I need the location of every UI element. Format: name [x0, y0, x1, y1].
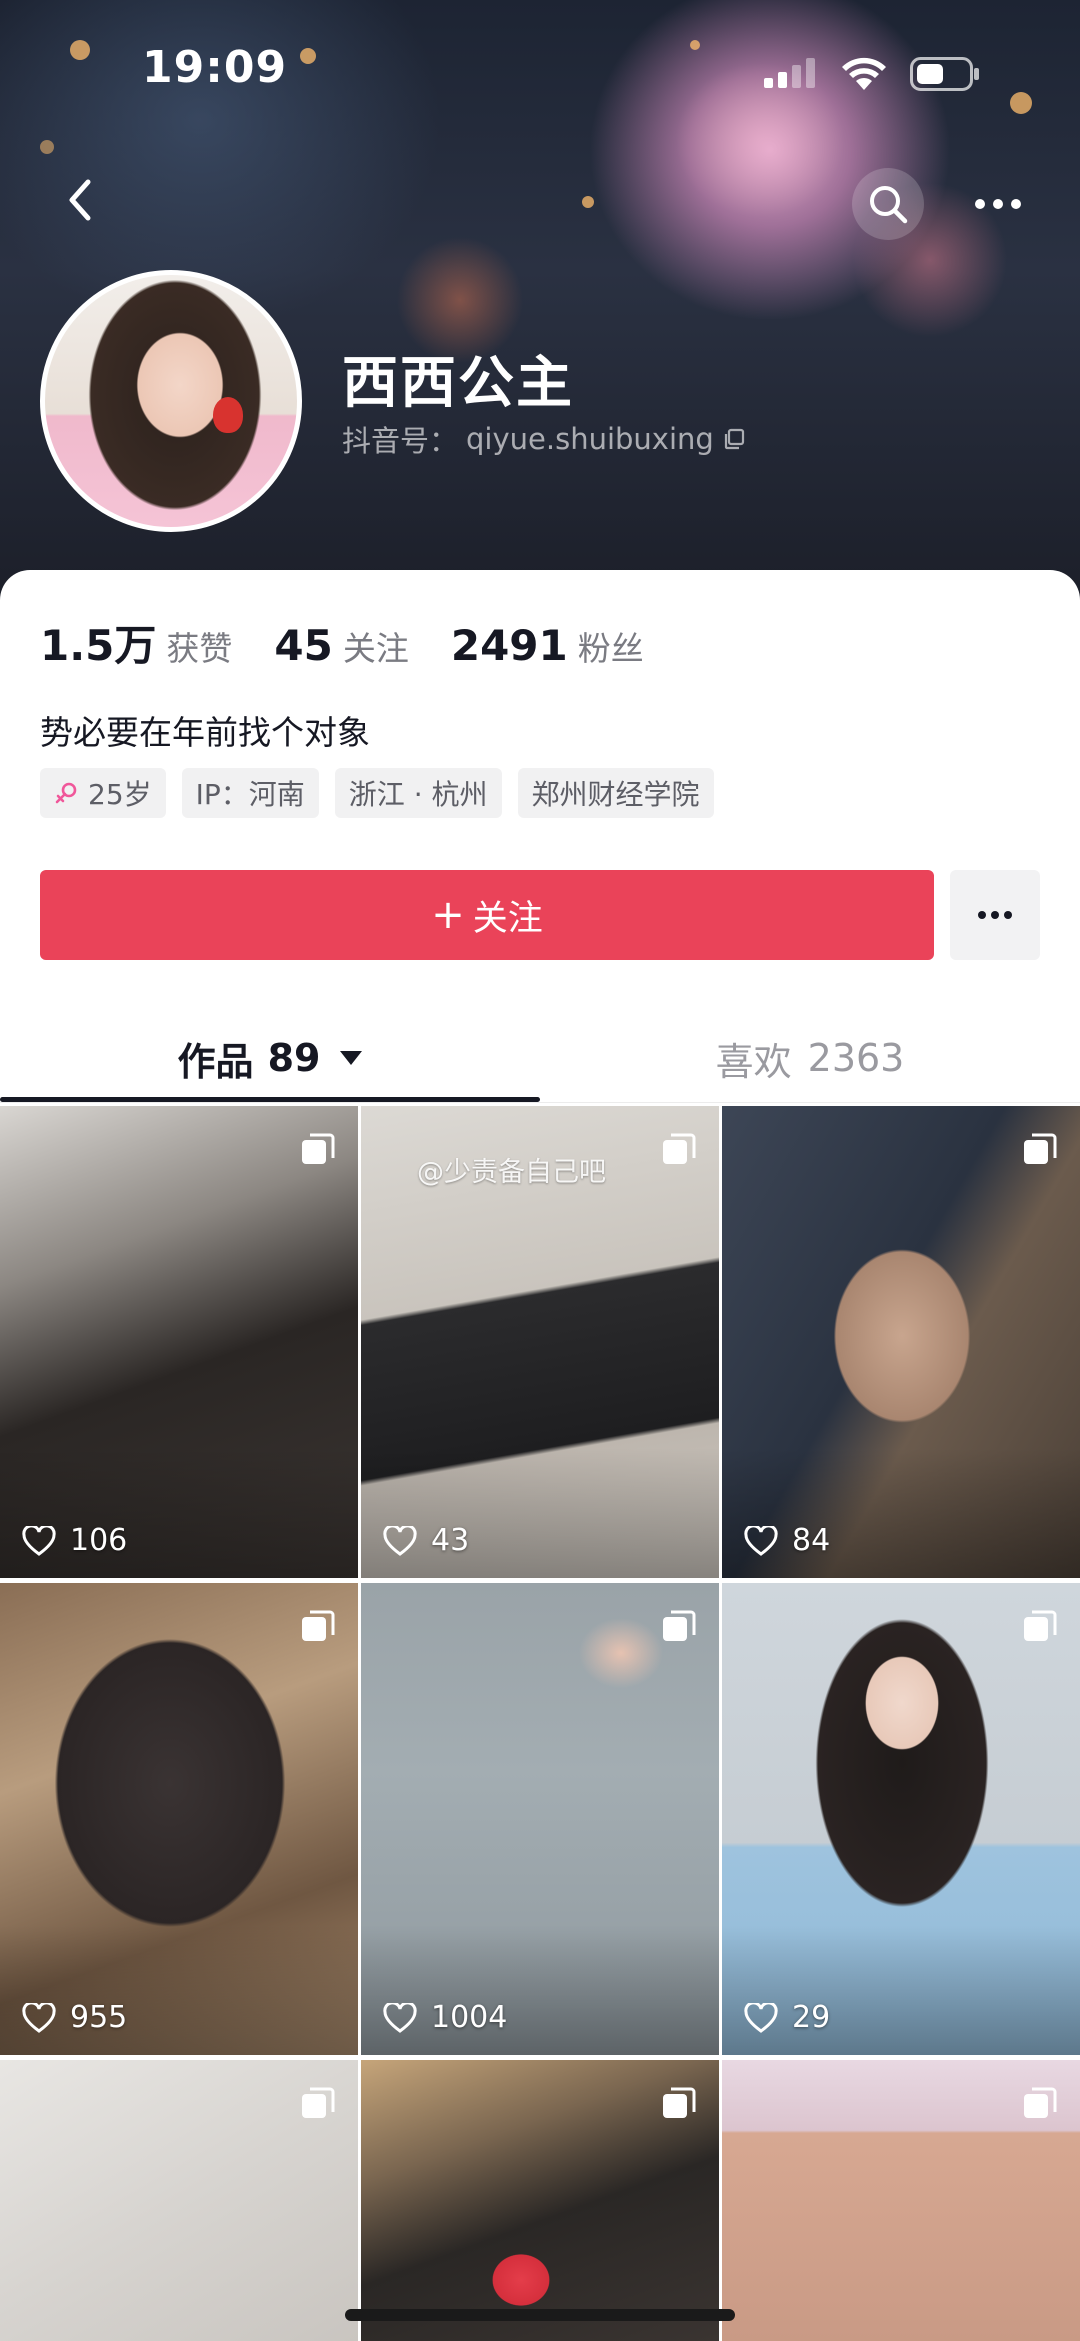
home-indicator[interactable]: [345, 2309, 735, 2321]
back-button[interactable]: [52, 170, 112, 230]
tag-ip-label: IP：河南: [195, 778, 305, 811]
more-actions-button[interactable]: [950, 870, 1040, 960]
follow-label: 关注: [472, 898, 543, 939]
multi-image-icon: [302, 1610, 335, 1641]
avatar[interactable]: [40, 270, 302, 532]
tile-shade: [0, 1925, 358, 2055]
heart-icon: [744, 1525, 778, 1556]
grid-item[interactable]: @少责备自己吧 43: [361, 1106, 719, 1578]
tab-works-label: 作品: [177, 1039, 254, 1084]
tile-likes: 43: [383, 1523, 469, 1558]
stat-following[interactable]: 45 关注: [274, 621, 408, 670]
multi-image-icon: [663, 1133, 696, 1164]
female-icon: [55, 782, 77, 804]
tag-location: 浙江 · 杭州: [334, 768, 502, 818]
bio-text: 势必要在年前找个对象: [40, 713, 370, 752]
grid-item[interactable]: 955: [0, 1583, 358, 2055]
stat-label: 获赞: [166, 629, 233, 668]
stat-value: 2491: [450, 621, 568, 670]
grid-item[interactable]: 106: [0, 1106, 358, 1578]
tile-like-count: 1004: [431, 2000, 508, 2035]
grid-item[interactable]: 84: [722, 1106, 1080, 1578]
display-name: 西西公主: [342, 351, 574, 416]
stat-value: 1.5万: [40, 621, 157, 670]
caret-down-icon: [340, 1051, 363, 1065]
handle-value: qiyue.shuibuxing: [466, 422, 714, 456]
handle-row[interactable]: 抖音号： qiyue.shuibuxing: [342, 418, 746, 460]
tile-likes: 955: [22, 2000, 127, 2035]
plus-icon: +: [431, 892, 465, 938]
tile-like-count: 29: [792, 2000, 831, 2035]
wifi-icon: [842, 57, 886, 90]
content-tabs: 作品 89 喜欢 2363: [0, 1010, 1080, 1106]
tile-like-count: 84: [792, 1523, 831, 1558]
cellular-signal-icon: [764, 58, 815, 88]
tile-shade: [361, 1925, 719, 2055]
search-button[interactable]: [852, 168, 924, 240]
search-icon: [870, 186, 908, 224]
multi-image-icon: [302, 2087, 335, 2118]
stat-likes[interactable]: 1.5万 获赞: [40, 612, 232, 673]
tile-like-count: 106: [70, 1523, 128, 1558]
more-horizontal-icon: [975, 199, 1021, 209]
tab-likes-label: 喜欢: [715, 1039, 792, 1084]
stat-label: 粉丝: [577, 629, 644, 668]
grid-item[interactable]: [722, 2060, 1080, 2341]
stat-label: 关注: [342, 629, 409, 668]
tab-likes-count: 2363: [807, 1036, 905, 1080]
tile-shade: [722, 1925, 1080, 2055]
tag-age-label: 25岁: [88, 778, 152, 811]
stats-row: 1.5万 获赞 45 关注 2491 粉丝: [40, 612, 686, 673]
grid-item[interactable]: 1004: [361, 1583, 719, 2055]
multi-image-icon: [1024, 1610, 1057, 1641]
tag-age: 25岁: [40, 768, 166, 818]
grid-item[interactable]: [0, 2060, 358, 2341]
more-options-button[interactable]: [962, 168, 1034, 240]
multi-image-icon: [1024, 1133, 1057, 1164]
tile-watermark: @少责备自己吧: [417, 1157, 606, 1188]
tile-shade: [0, 1448, 358, 1578]
tag-ip: IP：河南: [181, 768, 319, 818]
tile-like-count: 43: [431, 1523, 470, 1558]
status-time: 19:09: [142, 42, 288, 93]
grid-item[interactable]: [361, 2060, 719, 2341]
heart-icon: [22, 1525, 56, 1556]
chevron-left-icon: [69, 179, 91, 221]
tile-shade: [361, 1448, 719, 1578]
heart-icon: [383, 2002, 417, 2033]
stat-value: 45: [274, 621, 333, 670]
avatar-strawberry: [213, 397, 243, 433]
more-horizontal-icon: [978, 911, 1012, 919]
tile-likes: 84: [744, 1523, 830, 1558]
grid-item[interactable]: 29: [722, 1583, 1080, 2055]
stat-followers[interactable]: 2491 粉丝: [451, 621, 644, 670]
battery-icon: [910, 57, 979, 91]
status-bar: 19:09: [0, 0, 1080, 140]
heart-icon: [744, 2002, 778, 2033]
heart-icon: [22, 2002, 56, 2033]
multi-image-icon: [663, 1610, 696, 1641]
tab-likes[interactable]: 喜欢 2363: [540, 1010, 1080, 1106]
follow-button[interactable]: + 关注: [40, 870, 934, 960]
handle-label: 抖音号：: [342, 424, 459, 458]
tag-school-label: 郑州财经学院: [531, 778, 700, 811]
tag-school[interactable]: 郑州财经学院: [517, 768, 714, 818]
tag-row: 25岁 IP：河南 浙江 · 杭州 郑州财经学院: [40, 768, 714, 818]
heart-icon: [383, 1525, 417, 1556]
tile-shade: [722, 1448, 1080, 1578]
status-icons: [762, 56, 980, 92]
tile-likes: 29: [744, 2000, 830, 2035]
tab-works[interactable]: 作品 89: [0, 1010, 540, 1106]
multi-image-icon: [1024, 2087, 1057, 2118]
tab-divider: [0, 1102, 1080, 1103]
tile-like-count: 955: [70, 2000, 128, 2035]
tab-works-count: 89: [267, 1036, 321, 1080]
tile-likes: 106: [22, 1523, 127, 1558]
multi-image-icon: [663, 2087, 696, 2118]
tag-location-label: 浙江 · 杭州: [348, 778, 488, 811]
tile-likes: 1004: [383, 2000, 507, 2035]
copy-icon[interactable]: [722, 427, 746, 451]
multi-image-icon: [302, 1133, 335, 1164]
